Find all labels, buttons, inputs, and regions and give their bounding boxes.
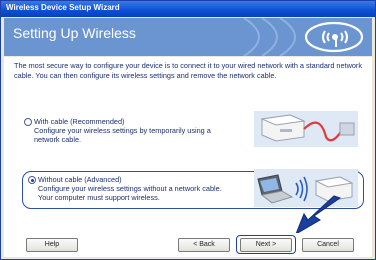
- wizard-header: Setting Up Wireless: [4, 18, 372, 56]
- wizard-window: Wireless Device Setup Wizard Setting Up …: [0, 0, 376, 260]
- cancel-button[interactable]: Cancel: [302, 238, 354, 252]
- wifi-logo-icon: [304, 21, 364, 53]
- title-bar[interactable]: Wireless Device Setup Wizard: [1, 1, 375, 17]
- description-text: The most secure way to configure your de…: [14, 61, 362, 80]
- without-cable-radio[interactable]: [28, 176, 36, 184]
- help-button[interactable]: Help: [26, 238, 78, 252]
- window-title: Wireless Device Setup Wizard: [6, 3, 120, 12]
- with-cable-radio[interactable]: [24, 118, 32, 126]
- arrow-pointer-icon: [294, 195, 342, 236]
- page-title: Setting Up Wireless: [13, 25, 136, 41]
- back-button[interactable]: < Back: [178, 238, 230, 252]
- with-cable-label[interactable]: With cable (Recommended): [34, 117, 124, 126]
- wizard-body: The most secure way to configure your de…: [4, 57, 372, 236]
- with-cable-description: Configure your wireless settings by temp…: [34, 126, 211, 144]
- next-button[interactable]: Next >: [240, 238, 292, 252]
- without-cable-description: Configure your wireless settings without…: [38, 184, 222, 202]
- wired-setup-illustration: [254, 111, 358, 147]
- without-cable-label[interactable]: Without cable (Advanced): [38, 175, 122, 184]
- wizard-footer: Help < Back Next > Cancel: [4, 233, 372, 257]
